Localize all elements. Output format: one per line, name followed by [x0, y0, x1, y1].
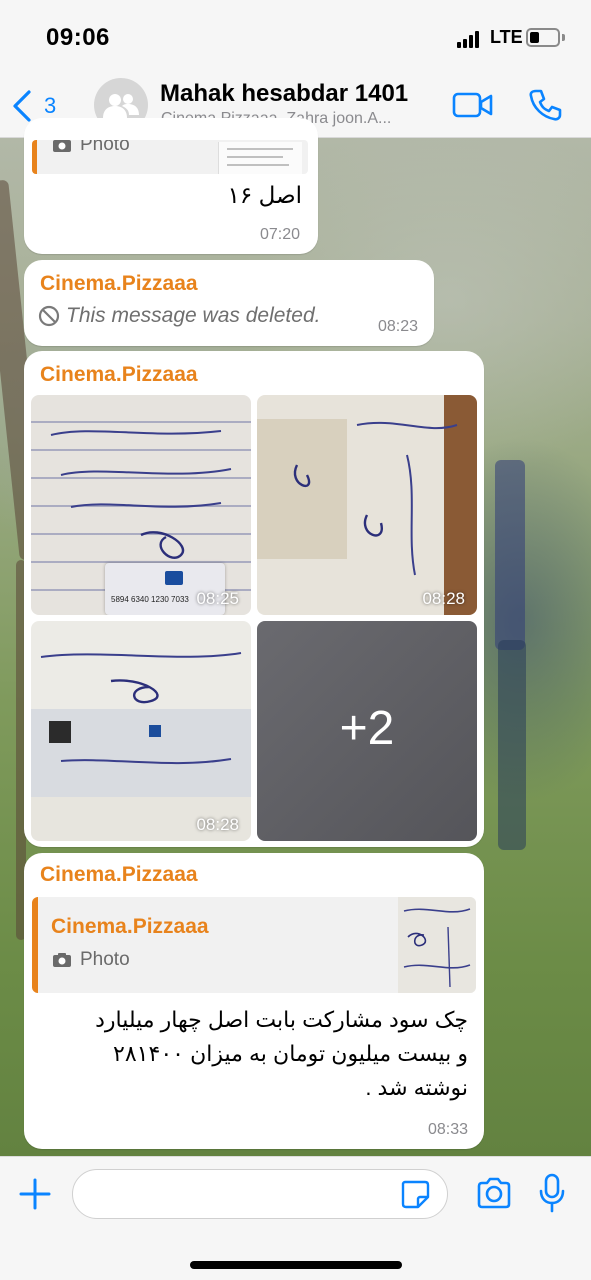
album-message[interactable]: Cinema.Pizzaaa 5894 6340 1230 7033 08:25…: [24, 351, 484, 847]
camera-small-icon: [52, 140, 72, 153]
battery-icon: [526, 28, 560, 47]
camera-icon[interactable]: [476, 1177, 512, 1209]
reply-quote[interactable]: Photo: [32, 140, 308, 174]
chevron-left-icon: [13, 90, 31, 122]
signal-icon: [457, 30, 483, 48]
card-number: 5894 6340 1230 7033: [111, 595, 189, 604]
reply-quote[interactable]: Cinema.Pizzaaa Photo: [32, 897, 476, 993]
sticker-icon[interactable]: [400, 1179, 430, 1209]
message-text: چک سود مشارکت بابت اصل چهار میلیارد و بی…: [95, 1007, 468, 1100]
message-bubble[interactable]: Photo اصل ۱۶ 07:20: [24, 118, 318, 254]
deleted-message-text: This message was deleted.: [66, 304, 321, 327]
phone-icon[interactable]: [528, 88, 562, 122]
network-type: LTE: [490, 27, 523, 47]
message-time: 08:33: [427, 1121, 468, 1138]
message-sender: Cinema.Pizzaaa: [40, 272, 198, 295]
album-more-photos[interactable]: +2: [257, 621, 477, 841]
quoted-photo-label: Photo: [80, 949, 130, 970]
reply-photo-label: Photo: [80, 140, 130, 155]
unread-count: 3: [44, 93, 57, 118]
more-photos-count: +2: [339, 702, 395, 755]
quoted-thumbnail: [398, 897, 476, 993]
photo-time: 08:25: [196, 589, 239, 608]
album-photo[interactable]: 08:28: [257, 395, 477, 615]
message-time: 08:23: [377, 318, 418, 335]
message-input[interactable]: [72, 1169, 448, 1219]
message-text: اصل ۱۶: [227, 182, 302, 208]
message-sender: Cinema.Pizzaaa: [40, 863, 198, 886]
message-sender: Cinema.Pizzaaa: [40, 363, 198, 386]
plus-icon[interactable]: [18, 1177, 52, 1211]
album-photo[interactable]: 08:28: [31, 621, 251, 841]
camera-small-icon: [52, 952, 72, 968]
blocked-icon: [38, 305, 60, 327]
message-bubble[interactable]: Cinema.Pizzaaa This message was deleted.…: [24, 260, 434, 346]
message-time: 07:20: [259, 226, 300, 243]
status-bar: 09:06 LTE: [0, 0, 591, 74]
microphone-icon[interactable]: [538, 1173, 566, 1213]
chat-title[interactable]: Mahak hesabdar 1401: [160, 80, 408, 108]
photo-time: 08:28: [422, 589, 465, 608]
quoted-sender: Cinema.Pizzaaa: [51, 915, 209, 938]
video-call-icon[interactable]: [452, 90, 494, 120]
status-time: 09:06: [46, 24, 110, 51]
message-bubble[interactable]: Cinema.Pizzaaa Cinema.Pizzaaa Photo چک س…: [24, 853, 484, 1149]
photo-time: 08:28: [196, 815, 239, 834]
reply-thumbnail: [218, 142, 302, 174]
album-photo[interactable]: 5894 6340 1230 7033 08:25: [31, 395, 251, 615]
message-input-bar: [0, 1156, 591, 1280]
home-indicator[interactable]: [190, 1261, 402, 1269]
